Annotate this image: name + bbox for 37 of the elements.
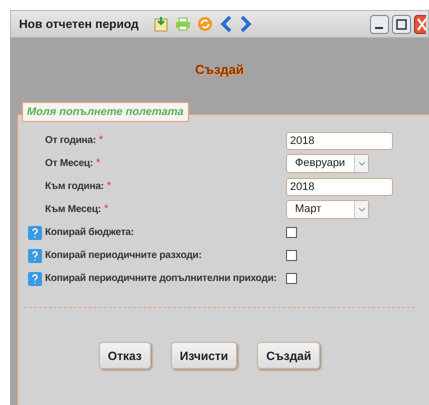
form-legend: Моля попълнете полетата bbox=[22, 102, 189, 122]
close-icon[interactable] bbox=[414, 14, 426, 34]
action-button[interactable]: Изчисти bbox=[170, 342, 238, 369]
refresh-icon[interactable] bbox=[196, 16, 213, 32]
window-title: Нов отчетен период bbox=[19, 16, 139, 33]
caret-icon bbox=[358, 161, 366, 166]
field-label: От Месец: bbox=[45, 157, 94, 171]
page-heading: Създай bbox=[195, 61, 244, 80]
checkbox[interactable] bbox=[286, 227, 297, 238]
help-icon[interactable] bbox=[28, 226, 42, 240]
required-mark: * bbox=[104, 202, 108, 218]
input-field[interactable]: 2018 bbox=[286, 132, 393, 150]
checkbox[interactable] bbox=[286, 273, 297, 284]
dropdown[interactable]: Март bbox=[286, 200, 369, 219]
field-label: Към година: bbox=[45, 180, 104, 194]
save-icon[interactable] bbox=[152, 16, 169, 32]
caret-icon bbox=[358, 207, 366, 212]
forward-icon[interactable] bbox=[238, 15, 253, 33]
field-label: От година: bbox=[45, 134, 96, 148]
checkbox[interactable] bbox=[286, 250, 297, 261]
help-icon[interactable] bbox=[28, 248, 42, 262]
input-field[interactable]: 2018 bbox=[286, 178, 393, 196]
printer-icon[interactable] bbox=[174, 16, 191, 32]
field-label: Копирай периодичните разходи: bbox=[45, 249, 202, 263]
dropdown[interactable]: Февруари bbox=[286, 154, 369, 173]
back-icon[interactable] bbox=[218, 15, 233, 33]
required-mark: * bbox=[96, 156, 100, 172]
minimize-icon[interactable] bbox=[370, 14, 389, 34]
field-label: Копирай периодичните допълнителни приходи: bbox=[45, 272, 277, 286]
required-mark: * bbox=[106, 179, 112, 194]
action-button[interactable]: Създай bbox=[257, 342, 320, 369]
field-label: Копирай бюджета: bbox=[45, 226, 134, 240]
required-mark: * bbox=[98, 133, 104, 148]
action-button[interactable]: Отказ bbox=[98, 342, 151, 369]
maximize-icon[interactable] bbox=[392, 14, 411, 34]
field-label: Към Месец: bbox=[45, 203, 101, 217]
help-icon[interactable] bbox=[28, 272, 42, 286]
